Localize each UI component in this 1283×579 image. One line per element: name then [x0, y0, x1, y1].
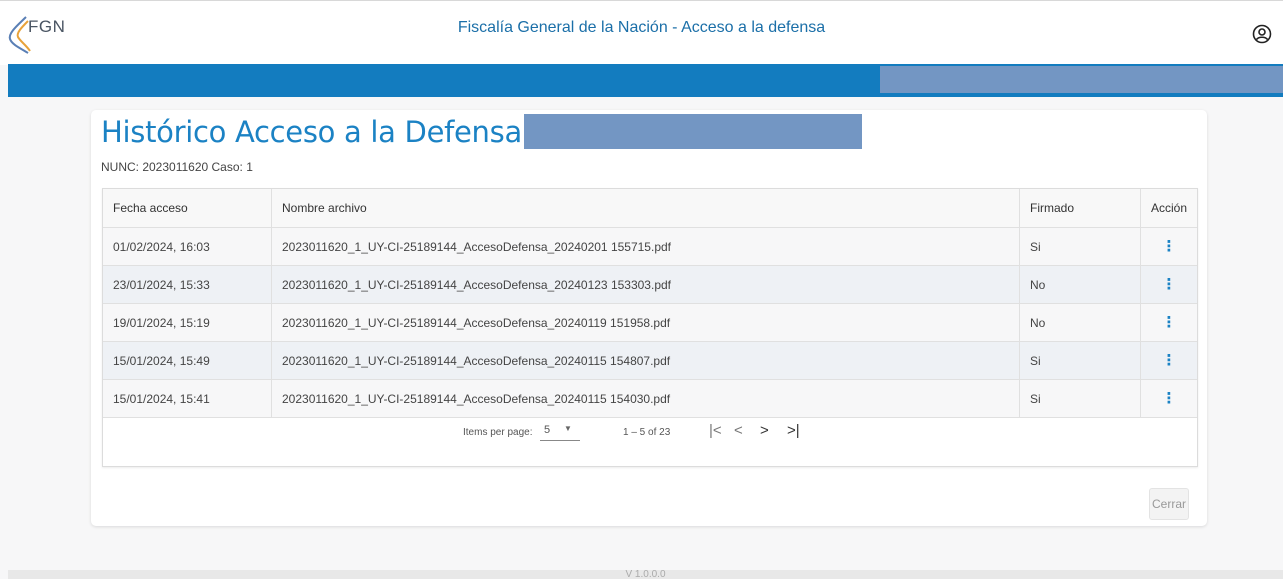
more-vert-icon[interactable]: ⋮: [1162, 276, 1177, 293]
more-vert-icon[interactable]: ⋮: [1162, 352, 1177, 369]
close-button[interactable]: Cerrar: [1149, 488, 1189, 520]
first-page-icon[interactable]: |<: [709, 422, 722, 439]
version-footer: V 1.0.0.0: [8, 570, 1283, 579]
action-cell: ⋮: [1140, 341, 1197, 380]
more-vert-icon[interactable]: ⋮: [1162, 390, 1177, 407]
firmado-cell: No: [1019, 265, 1141, 304]
more-vert-icon[interactable]: ⋮: [1162, 314, 1177, 331]
action-cell: ⋮: [1140, 265, 1197, 304]
fecha-cell: 01/02/2024, 16:03: [103, 227, 272, 266]
action-cell: ⋮: [1140, 227, 1197, 266]
previous-page-icon[interactable]: <: [734, 422, 743, 439]
access-table: Fecha acceso Nombre archivo Firmado Acci…: [102, 188, 1198, 467]
archivo-cell: 2023011620_1_UY-CI-25189144_AccesoDefens…: [271, 341, 1020, 380]
page-size-value: 5: [544, 424, 551, 436]
paginator: Items per page: 5 ▼ 1 – 5 of 23 |< < > >…: [103, 419, 1197, 445]
next-page-icon[interactable]: >: [760, 422, 769, 439]
archivo-cell: 2023011620_1_UY-CI-25189144_AccesoDefens…: [271, 227, 1020, 266]
firmado-cell: Si: [1019, 379, 1141, 418]
table-row: 23/01/2024, 15:33 2023011620_1_UY-CI-251…: [103, 265, 1197, 304]
table-row: 15/01/2024, 15:49 2023011620_1_UY-CI-251…: [103, 341, 1197, 380]
firmado-cell: Si: [1019, 341, 1141, 380]
column-header-firmado[interactable]: Firmado: [1019, 189, 1141, 228]
column-header-fecha[interactable]: Fecha acceso: [103, 189, 272, 228]
fecha-cell: 23/01/2024, 15:33: [103, 265, 272, 304]
account-circle-icon[interactable]: [1252, 24, 1272, 44]
dropdown-arrow-icon: ▼: [564, 424, 572, 433]
fecha-cell: 15/01/2024, 15:49: [103, 341, 272, 380]
top-header: FGN Fiscalía General de la Nación - Acce…: [0, 0, 1283, 65]
more-vert-icon[interactable]: ⋮: [1162, 238, 1177, 255]
case-info: NUNC: 2023011620 Caso: 1: [101, 160, 253, 174]
page-range: 1 – 5 of 23: [623, 427, 671, 438]
redacted-name: [524, 114, 862, 149]
items-per-page-label: Items per page:: [463, 427, 533, 438]
redacted-area: [880, 66, 1283, 93]
last-page-icon[interactable]: >|: [787, 422, 800, 439]
table-row: 01/02/2024, 16:03 2023011620_1_UY-CI-251…: [103, 227, 1197, 266]
firmado-cell: Si: [1019, 227, 1141, 266]
column-header-archivo[interactable]: Nombre archivo: [271, 189, 1020, 228]
action-cell: ⋮: [1140, 303, 1197, 342]
table-row: 19/01/2024, 15:19 2023011620_1_UY-CI-251…: [103, 303, 1197, 342]
fecha-cell: 15/01/2024, 15:41: [103, 379, 272, 418]
app-title: Fiscalía General de la Nación - Acceso a…: [457, 19, 826, 36]
archivo-cell: 2023011620_1_UY-CI-25189144_AccesoDefens…: [271, 303, 1020, 342]
action-cell: ⋮: [1140, 379, 1197, 418]
firmado-cell: No: [1019, 303, 1141, 342]
archivo-cell: 2023011620_1_UY-CI-25189144_AccesoDefens…: [271, 265, 1020, 304]
archivo-cell: 2023011620_1_UY-CI-25189144_AccesoDefens…: [271, 379, 1020, 418]
history-card: Histórico Acceso a la Defensa para: NUNC…: [91, 110, 1207, 526]
navigation-bar: [8, 64, 1283, 97]
fecha-cell: 19/01/2024, 15:19: [103, 303, 272, 342]
table-row: 15/01/2024, 15:41 2023011620_1_UY-CI-251…: [103, 379, 1197, 418]
page-size-select[interactable]: 5 ▼: [540, 422, 580, 441]
column-header-accion: Acción: [1140, 189, 1197, 228]
